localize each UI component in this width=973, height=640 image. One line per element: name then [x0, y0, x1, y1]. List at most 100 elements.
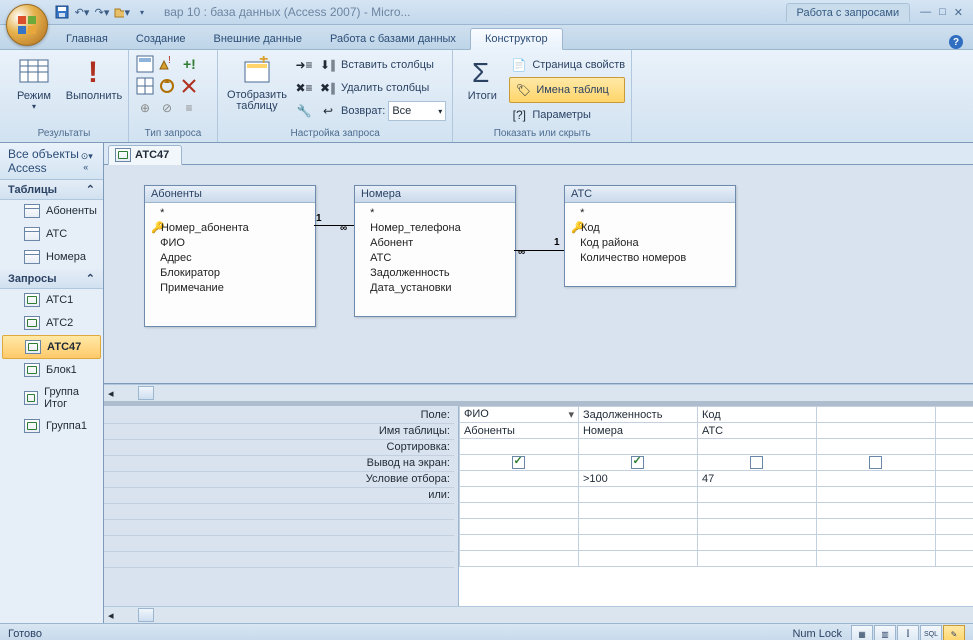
tab-design[interactable]: Конструктор: [470, 28, 563, 50]
qat-open-icon[interactable]: ▾: [114, 4, 130, 20]
diagram-table-nomera[interactable]: Номера * Номер_телефона Абонент АТС Задо…: [354, 185, 516, 317]
close-icon[interactable]: ✕: [954, 6, 963, 19]
office-button[interactable]: [6, 4, 48, 46]
context-tab: Работа с запросами: [786, 3, 911, 22]
select-query-icon[interactable]: [135, 54, 155, 74]
table-names-button[interactable]: 🏷Имена таблиц: [509, 77, 625, 103]
qbe-hscroll[interactable]: ◂: [104, 606, 973, 623]
svg-text:!: !: [88, 56, 98, 88]
totals-button[interactable]: Σ Итоги: [459, 54, 505, 102]
builder-button[interactable]: 🔧: [294, 100, 314, 122]
maximize-icon[interactable]: □: [939, 6, 946, 19]
nav-item-blok1[interactable]: Блок1: [0, 359, 103, 382]
tab-dbtools[interactable]: Работа с базами данных: [316, 29, 470, 49]
status-ready: Готово: [8, 628, 42, 640]
view-sql-icon[interactable]: SQL: [920, 625, 942, 640]
view-design-icon[interactable]: ✎: [943, 625, 965, 640]
nav-section-queries[interactable]: Запросы⌃: [0, 269, 103, 289]
delete-rows-button[interactable]: ✖≡: [294, 77, 314, 99]
nav-item-ats2[interactable]: АТС2: [0, 312, 103, 335]
run-label: Выполнить: [66, 90, 122, 102]
dropdown-icon[interactable]: ▾: [568, 408, 574, 421]
relation-many: ∞: [518, 247, 525, 258]
show-checkbox[interactable]: [750, 456, 763, 469]
return-icon: ↩: [318, 101, 338, 121]
qbe-or-row: [459, 487, 973, 503]
datadef-icon[interactable]: ≡: [179, 98, 199, 118]
view-pivot-icon[interactable]: ▥: [874, 625, 896, 640]
tab-external[interactable]: Внешние данные: [200, 29, 316, 49]
return-combo[interactable]: Все▾: [388, 101, 446, 121]
insert-cols-button[interactable]: ⬇∥Вставить столбцы: [318, 54, 446, 76]
group-querysetup: + Отобразить таблицу ➜≡ ✖≡ 🔧 ⬇∥Вставить …: [218, 50, 453, 142]
ribbon-tabs: Главная Создание Внешние данные Работа с…: [0, 25, 973, 50]
qat-save-icon[interactable]: [54, 4, 70, 20]
update-icon[interactable]: [157, 76, 177, 96]
run-button[interactable]: ! Выполнить: [66, 54, 122, 102]
append-icon[interactable]: +!: [179, 54, 199, 74]
nav-item-gruppa1[interactable]: Группа1: [0, 415, 103, 438]
query-icon: [24, 316, 40, 330]
help-icon[interactable]: ?: [949, 35, 963, 49]
nav-section-tables[interactable]: Таблицы⌃: [0, 180, 103, 200]
totals-label: Итоги: [468, 90, 497, 102]
qbe-row-labels: Поле:Имя таблицы:Сортировка: Вывод на эк…: [104, 406, 459, 606]
group-querytype-title: Тип запроса: [135, 128, 211, 140]
status-bar: Готово Num Lock ▦ ▥ ⫿ SQL ✎: [0, 623, 973, 640]
nav-header[interactable]: Все объекты Access⊙▾ «: [0, 143, 103, 180]
qat-more-icon[interactable]: ▾: [134, 4, 150, 20]
diagram-pane[interactable]: Абоненты * 🔑Номер_абонента ФИО Адрес Бло…: [104, 165, 973, 384]
view-datasheet-icon[interactable]: ▦: [851, 625, 873, 640]
showtable-label: Отобразить таблицу: [224, 90, 290, 112]
nav-item-ats[interactable]: АТС: [0, 223, 103, 246]
table-icon: [24, 204, 40, 218]
property-sheet-button[interactable]: 📄Страница свойств: [509, 54, 625, 76]
nav-item-abonenty[interactable]: Абоненты: [0, 200, 103, 223]
nav-item-nomera[interactable]: Номера: [0, 246, 103, 269]
qat-undo-icon[interactable]: ↶▾: [74, 4, 90, 20]
svg-text:+: +: [259, 56, 268, 68]
passthrough-icon[interactable]: ⊘: [157, 98, 177, 118]
minimize-icon[interactable]: —: [920, 6, 931, 19]
group-results-title: Результаты: [6, 128, 122, 140]
titlebar: ↶▾ ↷▾ ▾ ▾ вар 10 : база данных (Access 2…: [0, 0, 973, 25]
qbe-show-row: [459, 455, 973, 471]
parameters-button[interactable]: [?]Параметры: [509, 104, 625, 126]
delete-icon[interactable]: [179, 76, 199, 96]
tab-home[interactable]: Главная: [52, 29, 122, 49]
ribbon: Режим▾ ! Выполнить Результаты ! +! ⊕ ⊘ ≡…: [0, 50, 973, 143]
show-checkbox[interactable]: [869, 456, 882, 469]
view-button[interactable]: Режим▾: [6, 54, 62, 111]
show-checkbox[interactable]: [512, 456, 525, 469]
diagram-table-ats[interactable]: АТС * 🔑Код Код района Количество номеров: [564, 185, 736, 287]
view-chart-icon[interactable]: ⫿: [897, 625, 919, 640]
union-icon[interactable]: ⊕: [135, 98, 155, 118]
nav-item-ats47[interactable]: АТС47: [2, 335, 101, 359]
qat-redo-icon[interactable]: ↷▾: [94, 4, 110, 20]
tab-create[interactable]: Создание: [122, 29, 200, 49]
show-checkbox[interactable]: [631, 456, 644, 469]
insert-rows-button[interactable]: ➜≡: [294, 54, 314, 76]
relation-many: ∞: [340, 223, 347, 234]
qbe-sort-row: [459, 439, 973, 455]
svg-text:Σ: Σ: [472, 57, 489, 88]
table-icon: [24, 227, 40, 241]
qbe-grid[interactable]: ФИО▾ ЗадолженностьКод АбонентыНомераАТС: [459, 406, 973, 606]
doc-tab-ats47[interactable]: АТС47: [108, 145, 182, 165]
group-showhide: Σ Итоги 📄Страница свойств 🏷Имена таблиц …: [453, 50, 632, 142]
query-icon: [24, 293, 40, 307]
table-icon: [24, 250, 40, 264]
nav-item-gruppa-itog[interactable]: Группа Итог: [0, 382, 103, 415]
window-title: вар 10 : база данных (Access 2007) - Mic…: [154, 5, 782, 19]
diagram-table-abonenty[interactable]: Абоненты * 🔑Номер_абонента ФИО Адрес Бло…: [144, 185, 316, 327]
group-showhide-title: Показать или скрыть: [459, 128, 625, 140]
qbe-field-row: ФИО▾ ЗадолженностьКод: [459, 407, 973, 423]
nav-item-ats1[interactable]: АТС1: [0, 289, 103, 312]
showtable-button[interactable]: + Отобразить таблицу: [224, 54, 290, 112]
maketable-icon[interactable]: !: [157, 54, 177, 74]
nav-pane: Все объекты Access⊙▾ « Таблицы⌃ Абоненты…: [0, 143, 104, 623]
diagram-hscroll[interactable]: ◂: [104, 384, 973, 401]
delete-cols-button[interactable]: ✖∥Удалить столбцы: [318, 77, 446, 99]
crosstab-icon[interactable]: [135, 76, 155, 96]
return-row: ↩Возврат:Все▾: [318, 100, 446, 122]
